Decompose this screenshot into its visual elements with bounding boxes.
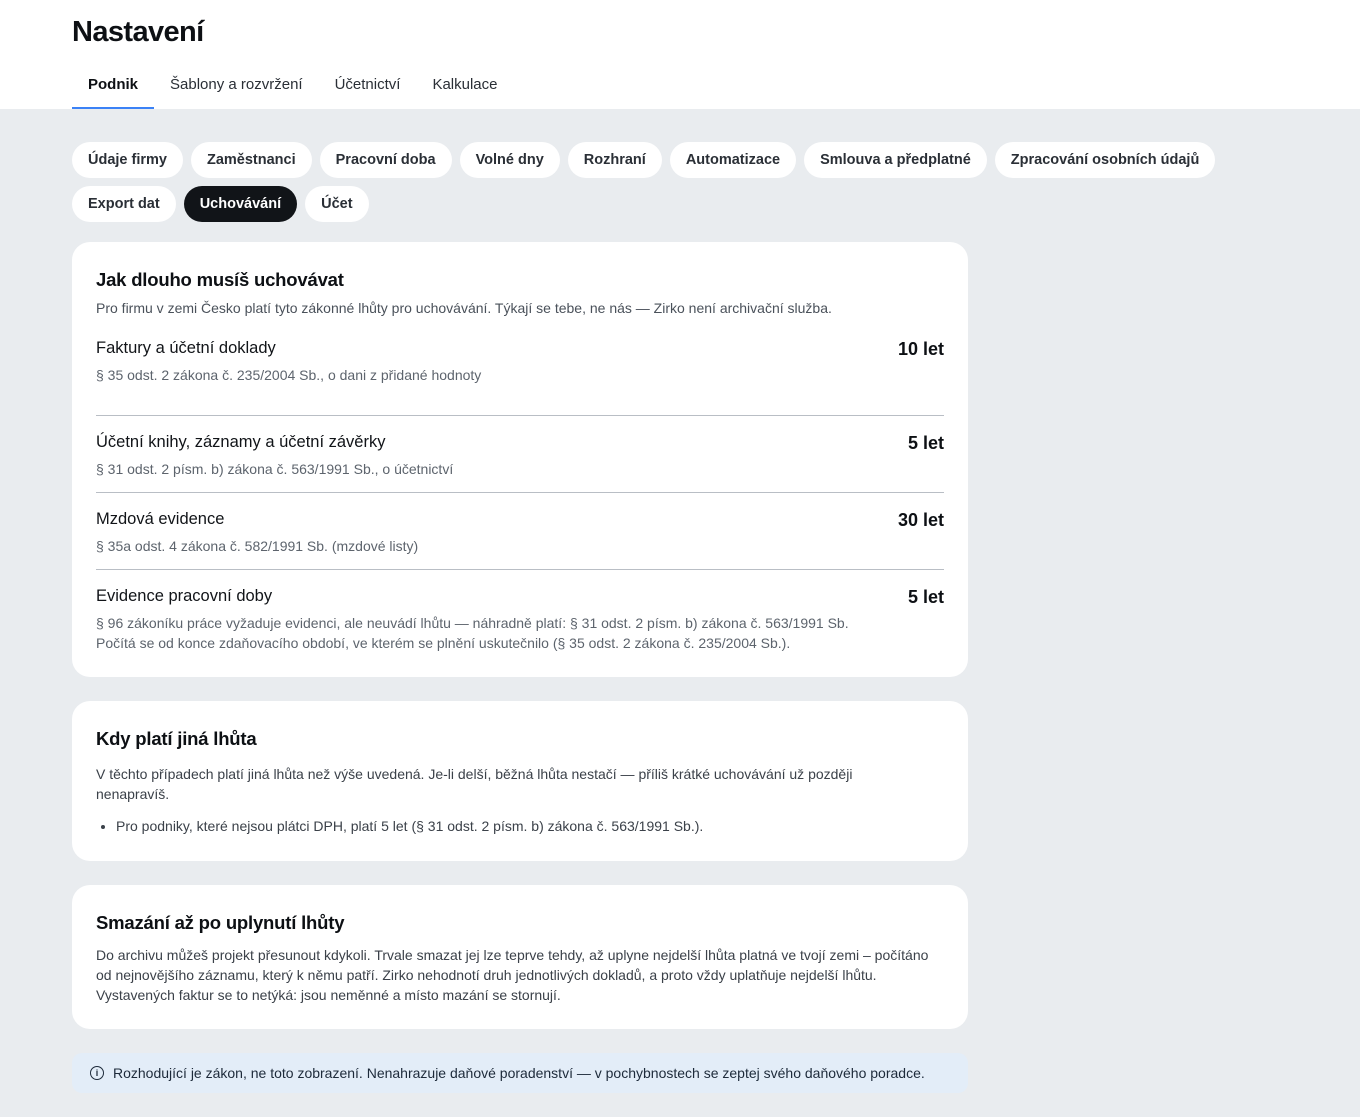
exceptions-text: V těchto případech platí jiná lhůta než …: [96, 766, 853, 802]
deletion-card: Smazání až po uplynutí lhůty Do archivu …: [72, 885, 968, 1029]
chip-export-dat[interactable]: Export dat: [72, 186, 176, 222]
chip-uchovavani[interactable]: Uchovávání: [183, 186, 298, 222]
retention-row-label: Mzdová evidence: [96, 510, 225, 528]
retention-row: Účetní knihy, záznamy a účetní závěrky 5…: [96, 416, 944, 493]
chip-zamestnanci[interactable]: Zaměstnanci: [190, 142, 312, 178]
legal-notice: i Rozhodující je zákon, ne toto zobrazen…: [72, 1053, 968, 1093]
retention-footnote: Počítá se od konce zdaňovacího období, v…: [96, 635, 791, 651]
retention-row-law: § 35 odst. 2 zákona č. 235/2004 Sb., o d…: [96, 367, 482, 383]
retention-intro: Pro firmu v zemi Česko platí tyto zákonn…: [96, 300, 832, 316]
retention-row-value: 5 let: [907, 587, 944, 607]
chip-automatizace[interactable]: Automatizace: [669, 142, 797, 178]
deletion-text: Do archivu můžeš projekt přesunout kdyko…: [96, 947, 929, 1003]
main-tabs: Podnik Šablony a rozvržení Účetnictví Ka…: [72, 62, 514, 109]
chip-ucet[interactable]: Účet: [305, 186, 369, 222]
chip-volne-dny[interactable]: Volné dny: [459, 142, 560, 178]
retention-row-law: § 96 zákoníku práce vyžaduje evidenci, a…: [96, 615, 849, 631]
retention-row-law: § 31 odst. 2 písm. b) zákona č. 563/1991…: [96, 461, 454, 477]
retention-row-value: 30 let: [897, 510, 944, 530]
chip-rozhrani[interactable]: Rozhraní: [567, 142, 662, 178]
retention-row-label: Účetní knihy, záznamy a účetní závěrky: [96, 433, 386, 451]
retention-card: Jak dlouho musíš uchovávat Pro firmu v z…: [72, 242, 968, 677]
list-item: Pro podniky, které nejsou plátci DPH, pl…: [116, 816, 703, 836]
retention-title: Jak dlouho musíš uchovávat: [96, 269, 344, 290]
chip-udaje-firmy[interactable]: Údaje firmy: [72, 142, 183, 178]
exceptions-title: Kdy platí jiná lhůta: [96, 728, 257, 749]
top-header: Nastavení Podnik Šablony a rozvržení Úče…: [0, 0, 1360, 109]
retention-row-law: § 35a odst. 4 zákona č. 582/1991 Sb. (mz…: [96, 538, 419, 554]
tab-ucetnictvi[interactable]: Účetnictví: [319, 62, 417, 109]
chip-pracovni-doba[interactable]: Pracovní doba: [319, 142, 452, 178]
exceptions-card: Kdy platí jiná lhůta V těchto případech …: [72, 701, 968, 861]
retention-row: Faktury a účetní doklady 10 let § 35 ods…: [96, 339, 944, 416]
tab-sablony[interactable]: Šablony a rozvržení: [154, 62, 319, 109]
retention-row-label: Evidence pracovní doby: [96, 587, 273, 605]
retention-row-value: 10 let: [897, 339, 944, 359]
tab-kalkulace[interactable]: Kalkulace: [416, 62, 513, 109]
tab-podnik[interactable]: Podnik: [72, 62, 155, 109]
chip-osobni-udaje[interactable]: Zpracování osobních údajů: [994, 142, 1216, 178]
retention-row: Mzdová evidence 30 let § 35a odst. 4 zák…: [96, 493, 944, 570]
exceptions-list: Pro podniky, které nejsou plátci DPH, pl…: [116, 816, 703, 836]
legal-notice-text: Rozhodující je zákon, ne toto zobrazení.…: [113, 1065, 925, 1081]
settings-subnav: Údaje firmy Zaměstnanci Pracovní doba Vo…: [72, 142, 1222, 222]
info-icon: i: [90, 1066, 104, 1080]
retention-row-label: Faktury a účetní doklady: [96, 339, 276, 357]
retention-row-value: 5 let: [907, 433, 944, 453]
page-title: Nastavení: [72, 16, 204, 48]
chip-smlouva[interactable]: Smlouva a předplatné: [804, 142, 987, 178]
deletion-title: Smazání až po uplynutí lhůty: [96, 912, 345, 933]
